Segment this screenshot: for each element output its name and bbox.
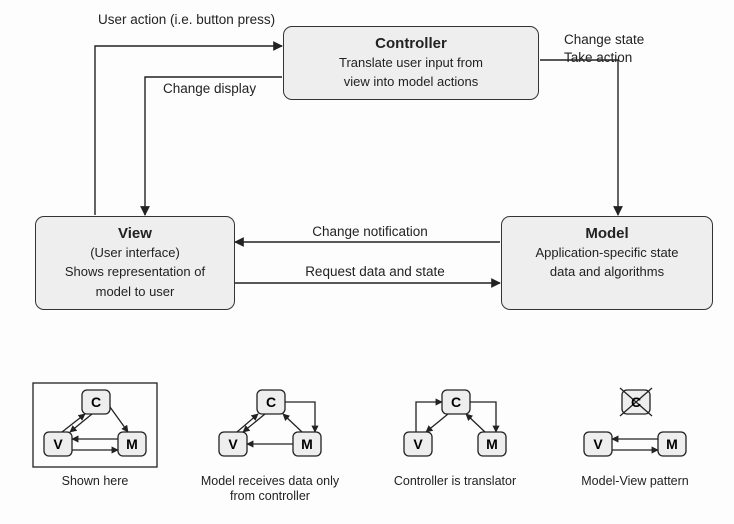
svg-text:M: M (666, 436, 678, 452)
caption-model-view: Model-View pattern (560, 474, 710, 489)
svg-text:C: C (451, 394, 461, 410)
svg-text:V: V (228, 436, 238, 452)
view-sub2: Shows representation of (36, 264, 234, 280)
svg-text:V: V (593, 436, 603, 452)
model-sub2: data and algorithms (502, 264, 712, 280)
variants-row: C V M Shown here C V M Model receives da… (20, 380, 720, 520)
model-sub1: Application-specific state (502, 245, 712, 261)
variant-model-from-controller: C V M Model receives data only from cont… (195, 380, 345, 504)
svg-text:C: C (266, 394, 276, 410)
controller-box: Controller Translate user input from vie… (283, 26, 539, 100)
model-box: Model Application-specific state data an… (501, 216, 713, 310)
label-user-action: User action (i.e. button press) (98, 12, 275, 28)
label-change-notification: Change notification (300, 224, 440, 240)
controller-title: Controller (284, 35, 538, 52)
mini-v-label: V (53, 436, 63, 452)
edge-controller-to-view (145, 77, 282, 215)
label-take-action: Take action (564, 50, 632, 66)
edge-view-to-controller (95, 46, 282, 215)
variant-shown-here: C V M Shown here (20, 380, 170, 489)
view-sub3: model to user (36, 284, 234, 300)
caption-translator: Controller is translator (380, 474, 530, 489)
label-change-state: Change state (564, 32, 644, 48)
controller-sub1: Translate user input from (284, 55, 538, 71)
mini-m-label: M (126, 436, 138, 452)
caption-model-from-controller-l2: from controller (195, 489, 345, 504)
caption-model-from-controller-l1: Model receives data only (195, 474, 345, 489)
variant-translator: C V M Controller is translator (380, 380, 530, 489)
mini-c-label: C (91, 394, 101, 410)
label-request-data: Request data and state (295, 264, 455, 280)
view-sub1: (User interface) (36, 245, 234, 261)
controller-sub2: view into model actions (284, 74, 538, 90)
svg-text:C: C (631, 394, 641, 410)
caption-shown-here: Shown here (20, 474, 170, 489)
model-title: Model (502, 225, 712, 242)
svg-text:V: V (413, 436, 423, 452)
mvc-diagram: { "controller": { "title": "Controller",… (0, 0, 734, 524)
edge-controller-to-model (540, 60, 618, 215)
label-change-display: Change display (163, 81, 256, 97)
svg-text:M: M (301, 436, 313, 452)
svg-text:M: M (486, 436, 498, 452)
view-title: View (36, 225, 234, 242)
variant-model-view: C V M Model-View pattern (560, 380, 710, 489)
view-box: View (User interface) Shows representati… (35, 216, 235, 310)
